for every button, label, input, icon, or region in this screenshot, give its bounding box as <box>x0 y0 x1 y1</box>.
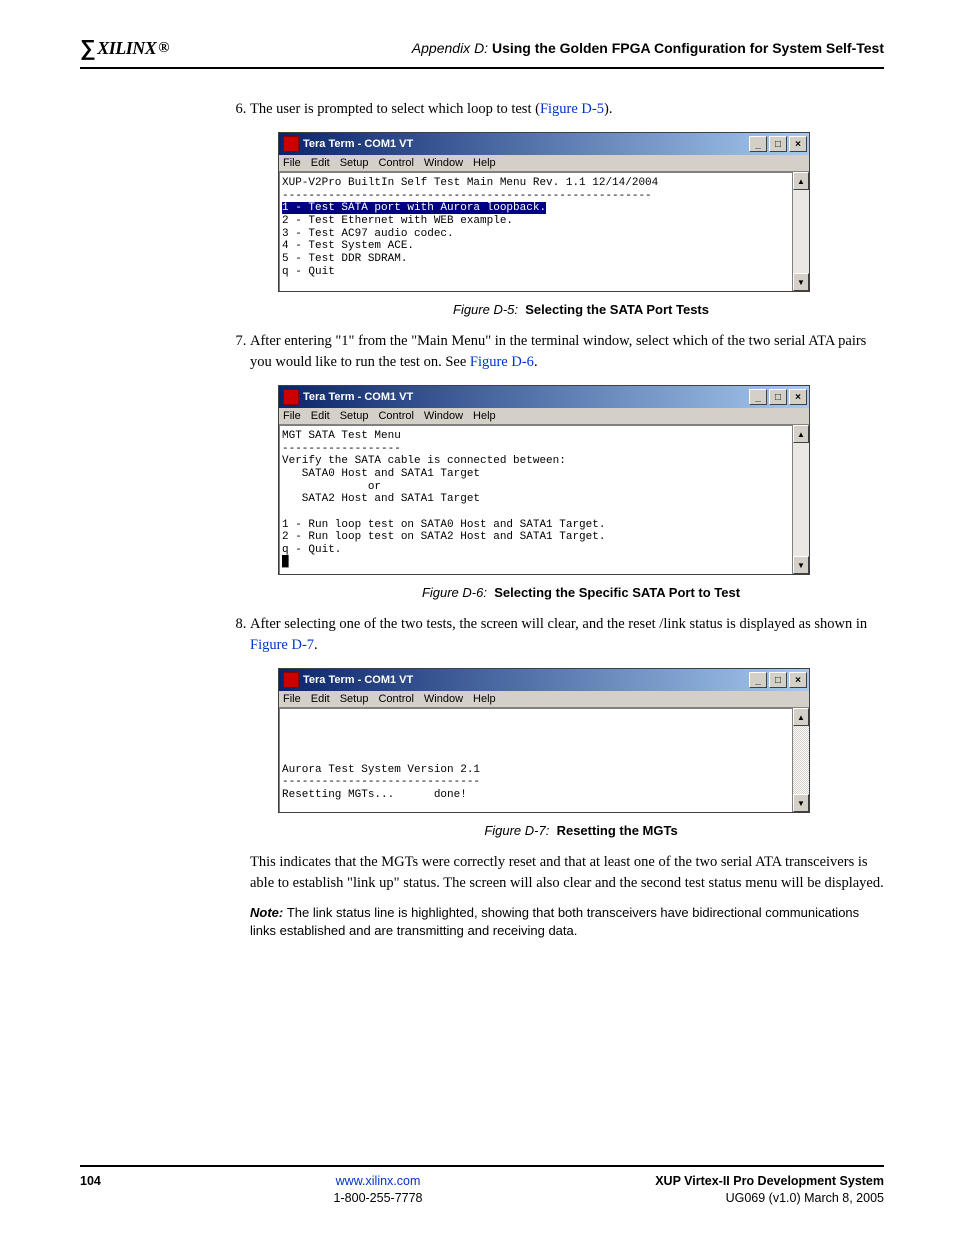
menu-setup[interactable]: Setup <box>340 157 369 169</box>
menu-window[interactable]: Window <box>424 157 463 169</box>
menu-window[interactable]: Window <box>424 410 463 422</box>
appendix-heading: Appendix D: Using the Golden FPGA Config… <box>412 40 884 56</box>
teraterm-window: Tera Term - COM1 VT _ □ × File Edit Setu… <box>278 385 810 575</box>
menu-file[interactable]: File <box>283 410 301 422</box>
scrollbar[interactable]: ▲ ▼ <box>792 708 809 812</box>
menu-file[interactable]: File <box>283 693 301 705</box>
maximize-button[interactable]: □ <box>769 389 787 405</box>
window-title: Tera Term - COM1 VT <box>303 391 413 403</box>
figure-d7-link[interactable]: Figure D-7 <box>250 637 314 653</box>
teraterm-window: Tera Term - COM1 VT _ □ × File Edit Setu… <box>278 132 810 292</box>
menubar: File Edit Setup Control Window Help <box>279 155 809 172</box>
page-footer: 104 www.xilinx.com 1-800-255-7778 XUP Vi… <box>80 1165 884 1207</box>
figure-d6-caption: Figure D-6: Selecting the Specific SATA … <box>278 585 884 600</box>
figure-d6-link[interactable]: Figure D-6 <box>470 354 534 370</box>
post-paragraph: This indicates that the MGTs were correc… <box>250 852 884 894</box>
menu-setup[interactable]: Setup <box>340 693 369 705</box>
minimize-button[interactable]: _ <box>749 672 767 688</box>
footer-doc-rev: UG069 (v1.0) March 8, 2005 <box>726 1191 884 1205</box>
step-list: The user is prompted to select which loo… <box>250 99 884 120</box>
footer-url-link[interactable]: www.xilinx.com <box>336 1174 421 1188</box>
menu-help[interactable]: Help <box>473 693 496 705</box>
menu-control[interactable]: Control <box>378 157 413 169</box>
scroll-up-icon[interactable]: ▲ <box>793 425 809 443</box>
app-icon <box>283 389 299 405</box>
step-list-2: After entering "1" from the "Main Menu" … <box>250 331 884 373</box>
figure-d5-caption: Figure D-5: Selecting the SATA Port Test… <box>278 302 884 317</box>
app-icon <box>283 672 299 688</box>
menubar: File Edit Setup Control Window Help <box>279 691 809 708</box>
scrollbar[interactable]: ▲ ▼ <box>792 172 809 291</box>
figure-d7-caption: Figure D-7: Resetting the MGTs <box>278 823 884 838</box>
figure-d5-link[interactable]: Figure D-5 <box>540 101 604 117</box>
menu-file[interactable]: File <box>283 157 301 169</box>
note-paragraph: Note: The link status line is highlighte… <box>250 904 884 940</box>
scrollbar[interactable]: ▲ ▼ <box>792 425 809 574</box>
figure-d5: Tera Term - COM1 VT _ □ × File Edit Setu… <box>278 132 884 317</box>
scroll-up-icon[interactable]: ▲ <box>793 172 809 190</box>
step-list-3: After selecting one of the two tests, th… <box>250 614 884 656</box>
figure-d7: Tera Term - COM1 VT _ □ × File Edit Setu… <box>278 668 884 838</box>
scroll-down-icon[interactable]: ▼ <box>793 794 809 812</box>
window-title: Tera Term - COM1 VT <box>303 674 413 686</box>
menu-edit[interactable]: Edit <box>311 410 330 422</box>
step-7: After entering "1" from the "Main Menu" … <box>250 331 884 373</box>
menu-window[interactable]: Window <box>424 693 463 705</box>
terminal-output: MGT SATA Test Menu ------------------ Ve… <box>279 425 792 574</box>
teraterm-window: Tera Term - COM1 VT _ □ × File Edit Setu… <box>278 668 810 813</box>
page-header: ∑ XILINX® Appendix D: Using the Golden F… <box>80 35 884 69</box>
menu-setup[interactable]: Setup <box>340 410 369 422</box>
window-titlebar: Tera Term - COM1 VT _ □ × <box>279 133 809 155</box>
minimize-button[interactable]: _ <box>749 389 767 405</box>
close-button[interactable]: × <box>789 672 807 688</box>
highlighted-line: 1 - Test SATA port with Aurora loopback. <box>282 202 546 214</box>
figure-d6: Tera Term - COM1 VT _ □ × File Edit Setu… <box>278 385 884 600</box>
scroll-up-icon[interactable]: ▲ <box>793 708 809 726</box>
minimize-button[interactable]: _ <box>749 136 767 152</box>
window-titlebar: Tera Term - COM1 VT _ □ × <box>279 386 809 408</box>
maximize-button[interactable]: □ <box>769 136 787 152</box>
menu-help[interactable]: Help <box>473 157 496 169</box>
menu-edit[interactable]: Edit <box>311 693 330 705</box>
scroll-down-icon[interactable]: ▼ <box>793 273 809 291</box>
menu-edit[interactable]: Edit <box>311 157 330 169</box>
menu-control[interactable]: Control <box>378 410 413 422</box>
menu-control[interactable]: Control <box>378 693 413 705</box>
footer-doc-title: XUP Virtex-II Pro Development System <box>655 1174 884 1188</box>
scroll-down-icon[interactable]: ▼ <box>793 556 809 574</box>
step-6: The user is prompted to select which loo… <box>250 99 884 120</box>
step-8: After selecting one of the two tests, th… <box>250 614 884 656</box>
close-button[interactable]: × <box>789 136 807 152</box>
window-titlebar: Tera Term - COM1 VT _ □ × <box>279 669 809 691</box>
maximize-button[interactable]: □ <box>769 672 787 688</box>
menubar: File Edit Setup Control Window Help <box>279 408 809 425</box>
terminal-output: XUP-V2Pro BuiltIn Self Test Main Menu Re… <box>279 172 792 291</box>
menu-help[interactable]: Help <box>473 410 496 422</box>
window-title: Tera Term - COM1 VT <box>303 138 413 150</box>
footer-phone: 1-800-255-7778 <box>334 1191 423 1205</box>
app-icon <box>283 136 299 152</box>
close-button[interactable]: × <box>789 389 807 405</box>
page-number: 104 <box>80 1173 101 1207</box>
terminal-output: Aurora Test System Version 2.1 ---------… <box>279 708 792 812</box>
xilinx-logo: ∑ XILINX® <box>80 35 169 61</box>
